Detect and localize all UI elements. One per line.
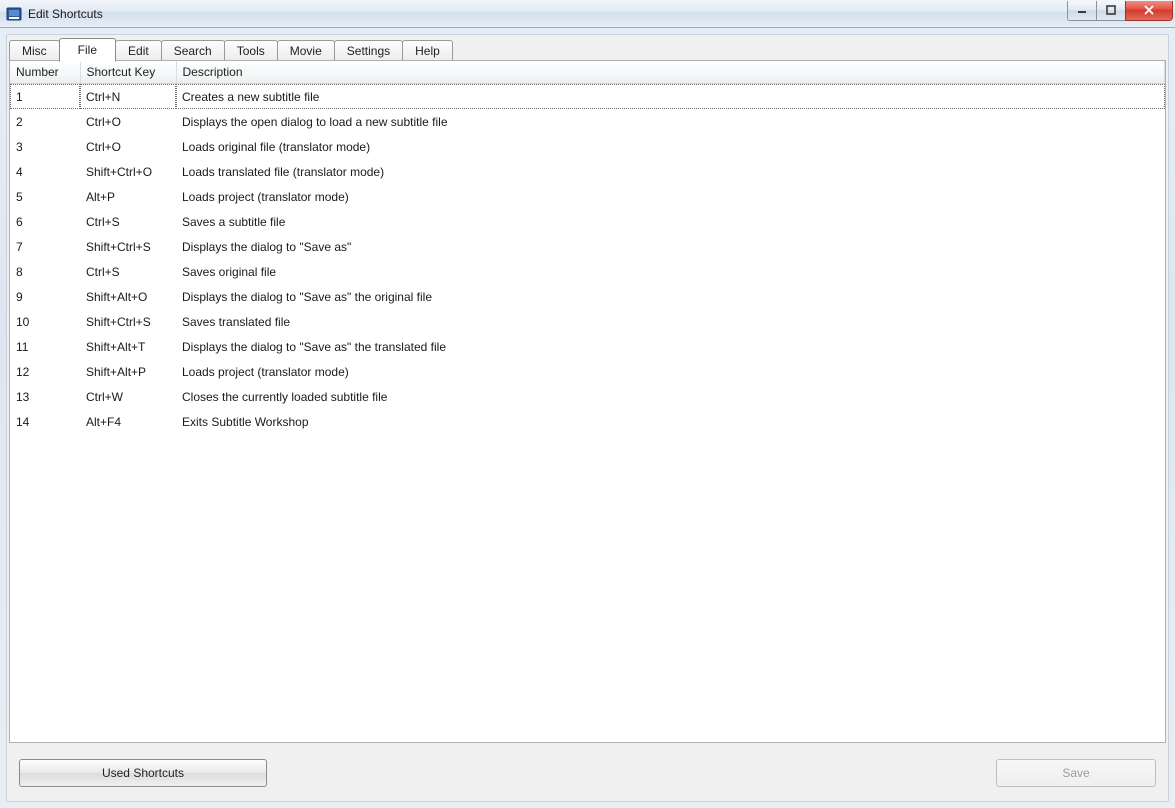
col-header-desc[interactable]: Description — [176, 61, 1165, 84]
table-row[interactable]: 7Shift+Ctrl+SDisplays the dialog to "Sav… — [10, 234, 1165, 259]
table-row[interactable]: 9Shift+Alt+ODisplays the dialog to "Save… — [10, 284, 1165, 309]
bottom-bar: Used Shortcuts Save — [7, 745, 1168, 801]
table-row[interactable]: 5Alt+PLoads project (translator mode) — [10, 184, 1165, 209]
cell-description: Displays the dialog to "Save as" the ori… — [176, 284, 1165, 309]
cell-number: 13 — [10, 384, 80, 409]
tab-label: Misc — [22, 44, 47, 58]
tab-movie[interactable]: Movie — [277, 40, 335, 61]
cell-number: 7 — [10, 234, 80, 259]
tab-help[interactable]: Help — [402, 40, 453, 61]
tab-label: Search — [174, 44, 212, 58]
tab-misc[interactable]: Misc — [9, 40, 60, 61]
cell-shortcut-key: Ctrl+N — [80, 84, 176, 110]
tab-search[interactable]: Search — [161, 40, 225, 61]
cell-description: Loads project (translator mode) — [176, 359, 1165, 384]
cell-number: 8 — [10, 259, 80, 284]
used-shortcuts-button[interactable]: Used Shortcuts — [19, 759, 267, 787]
titlebar: Edit Shortcuts — [0, 0, 1175, 28]
maximize-button[interactable] — [1096, 1, 1126, 21]
used-shortcuts-label: Used Shortcuts — [102, 766, 184, 780]
col-header-number[interactable]: Number — [10, 61, 80, 84]
window-controls — [1068, 1, 1175, 21]
cell-shortcut-key: Ctrl+O — [80, 134, 176, 159]
cell-description: Loads original file (translator mode) — [176, 134, 1165, 159]
save-label: Save — [1062, 766, 1089, 780]
window-title: Edit Shortcuts — [28, 7, 1068, 21]
tab-label: Settings — [347, 44, 390, 58]
tab-settings[interactable]: Settings — [334, 40, 403, 61]
tab-tools[interactable]: Tools — [224, 40, 278, 61]
cell-number: 14 — [10, 409, 80, 434]
cell-shortcut-key: Alt+P — [80, 184, 176, 209]
cell-number: 1 — [10, 84, 80, 110]
cell-description: Exits Subtitle Workshop — [176, 409, 1165, 434]
shortcuts-table-wrap: Number Shortcut Key Description 1Ctrl+NC… — [9, 60, 1166, 743]
tab-file[interactable]: File — [59, 38, 116, 62]
shortcuts-table[interactable]: Number Shortcut Key Description 1Ctrl+NC… — [10, 61, 1165, 434]
close-button[interactable] — [1125, 1, 1173, 21]
tab-label: Help — [415, 44, 440, 58]
cell-number: 10 — [10, 309, 80, 334]
cell-shortcut-key: Shift+Ctrl+S — [80, 234, 176, 259]
cell-description: Closes the currently loaded subtitle fil… — [176, 384, 1165, 409]
content-outer: Misc File Edit Search Tools Movie Settings Help… — [0, 28, 1175, 808]
table-row[interactable]: 11Shift+Alt+TDisplays the dialog to "Sav… — [10, 334, 1165, 359]
cell-shortcut-key: Shift+Ctrl+O — [80, 159, 176, 184]
cell-shortcut-key: Alt+F4 — [80, 409, 176, 434]
minimize-button[interactable] — [1067, 1, 1097, 21]
table-row[interactable]: 14Alt+F4Exits Subtitle Workshop — [10, 409, 1165, 434]
col-header-key[interactable]: Shortcut Key — [80, 61, 176, 84]
cell-shortcut-key: Ctrl+W — [80, 384, 176, 409]
cell-number: 5 — [10, 184, 80, 209]
cell-description: Saves translated file — [176, 309, 1165, 334]
cell-description: Saves original file — [176, 259, 1165, 284]
table-row[interactable]: 10Shift+Ctrl+SSaves translated file — [10, 309, 1165, 334]
cell-description: Loads project (translator mode) — [176, 184, 1165, 209]
cell-description: Creates a new subtitle file — [176, 84, 1165, 110]
cell-description: Loads translated file (translator mode) — [176, 159, 1165, 184]
cell-number: 11 — [10, 334, 80, 359]
tab-edit[interactable]: Edit — [115, 40, 162, 61]
cell-shortcut-key: Ctrl+S — [80, 209, 176, 234]
table-row[interactable]: 6Ctrl+SSaves a subtitle file — [10, 209, 1165, 234]
tabs-bar: Misc File Edit Search Tools Movie Settings Help — [7, 35, 1168, 60]
minimize-icon — [1077, 5, 1087, 15]
tab-label: Tools — [237, 44, 265, 58]
cell-shortcut-key: Ctrl+O — [80, 109, 176, 134]
table-row[interactable]: 2Ctrl+ODisplays the open dialog to load … — [10, 109, 1165, 134]
cell-number: 2 — [10, 109, 80, 134]
cell-shortcut-key: Shift+Alt+O — [80, 284, 176, 309]
table-row[interactable]: 4Shift+Ctrl+OLoads translated file (tran… — [10, 159, 1165, 184]
table-row[interactable]: 8Ctrl+SSaves original file — [10, 259, 1165, 284]
table-row[interactable]: 3Ctrl+OLoads original file (translator m… — [10, 134, 1165, 159]
table-row[interactable]: 1Ctrl+NCreates a new subtitle file — [10, 84, 1165, 110]
cell-shortcut-key: Ctrl+S — [80, 259, 176, 284]
cell-description: Saves a subtitle file — [176, 209, 1165, 234]
save-button[interactable]: Save — [996, 759, 1156, 787]
cell-description: Displays the open dialog to load a new s… — [176, 109, 1165, 134]
cell-number: 3 — [10, 134, 80, 159]
cell-description: Displays the dialog to "Save as" — [176, 234, 1165, 259]
tab-label: Edit — [128, 44, 149, 58]
tab-label: Movie — [290, 44, 322, 58]
cell-description: Displays the dialog to "Save as" the tra… — [176, 334, 1165, 359]
table-row[interactable]: 12Shift+Alt+PLoads project (translator m… — [10, 359, 1165, 384]
maximize-icon — [1106, 5, 1116, 15]
cell-number: 12 — [10, 359, 80, 384]
table-row[interactable]: 13Ctrl+WCloses the currently loaded subt… — [10, 384, 1165, 409]
cell-shortcut-key: Shift+Ctrl+S — [80, 309, 176, 334]
cell-number: 6 — [10, 209, 80, 234]
cell-shortcut-key: Shift+Alt+T — [80, 334, 176, 359]
app-icon — [6, 6, 22, 22]
cell-number: 9 — [10, 284, 80, 309]
table-header-row: Number Shortcut Key Description — [10, 61, 1165, 84]
main-panel: Misc File Edit Search Tools Movie Settings Help… — [6, 34, 1169, 802]
tab-label: File — [78, 43, 97, 57]
cell-number: 4 — [10, 159, 80, 184]
close-icon — [1143, 5, 1155, 15]
cell-shortcut-key: Shift+Alt+P — [80, 359, 176, 384]
